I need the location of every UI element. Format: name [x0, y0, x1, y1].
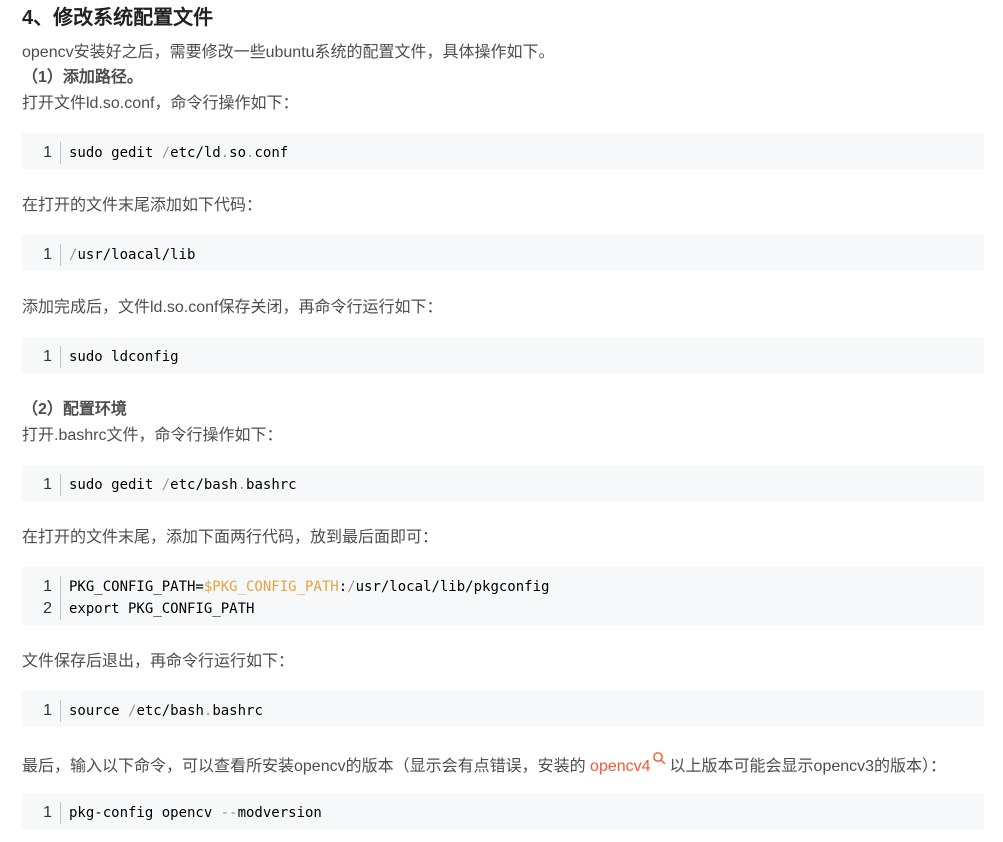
- line-number: 2: [43, 600, 52, 617]
- code-line: 1 source /etc/bash.bashrc: [22, 700, 984, 722]
- code-text: export PKG_CONFIG_PATH: [60, 598, 254, 620]
- code-line: 1 sudo gedit /etc/bash.bashrc: [22, 474, 984, 496]
- code-text: sudo gedit /etc/bash.bashrc: [60, 474, 297, 496]
- code-line: 2 export PKG_CONFIG_PATH: [22, 598, 984, 620]
- code-line: 1 pkg-config opencv --modversion: [22, 802, 984, 824]
- opencv4-link[interactable]: opencv4: [590, 758, 651, 775]
- code-block[interactable]: 1 sudo ldconfig: [22, 337, 984, 373]
- code-text: source /etc/bash.bashrc: [60, 700, 263, 722]
- line-number: 1: [43, 246, 52, 263]
- code-block[interactable]: 1 PKG_CONFIG_PATH=$PKG_CONFIG_PATH:/usr/…: [22, 567, 984, 625]
- step2-desc3: 文件保存后退出，再命令行运行如下：: [22, 653, 295, 670]
- code-text: pkg-config opencv --modversion: [60, 802, 322, 824]
- code-block[interactable]: 1 pkg-config opencv --modversion: [22, 793, 984, 829]
- code-block[interactable]: 1 sudo gedit /etc/bash.bashrc: [22, 465, 984, 501]
- section-heading: 4、修改系统配置文件: [22, 7, 214, 29]
- code-block[interactable]: 1 sudo gedit /etc/ld.so.conf: [22, 133, 984, 169]
- code-line: 1 sudo gedit /etc/ld.so.conf: [22, 142, 984, 164]
- code-text: PKG_CONFIG_PATH=$PKG_CONFIG_PATH:/usr/lo…: [60, 576, 549, 598]
- step1-title: （1）添加路径。: [22, 69, 143, 86]
- line-number: 1: [43, 144, 52, 161]
- search-icon[interactable]: [652, 751, 666, 765]
- line-number: 1: [43, 702, 52, 719]
- code-line: 1 sudo ldconfig: [22, 346, 984, 368]
- article-content: 4、修改系统配置文件 opencv安装好之后，需要修改一些ubuntu系统的配置…: [0, 0, 1003, 842]
- code-text: sudo gedit /etc/ld.so.conf: [60, 142, 288, 164]
- code-line: 1 PKG_CONFIG_PATH=$PKG_CONFIG_PATH:/usr/…: [22, 576, 984, 598]
- step1-desc2: 在打开的文件末尾添加如下代码：: [22, 197, 263, 214]
- step1-desc3: 添加完成后，文件ld.so.conf保存关闭，再命令行运行如下：: [22, 299, 443, 316]
- line-number: 1: [43, 348, 52, 365]
- step2-title: （2）配置环境: [22, 401, 127, 418]
- line-number: 1: [43, 804, 52, 821]
- step2-desc2: 在打开的文件末尾，添加下面两行代码，放到最后面即可：: [22, 529, 439, 546]
- intro-paragraph: opencv安装好之后，需要修改一些ubuntu系统的配置文件，具体操作如下。: [22, 44, 555, 61]
- code-line: 1 /usr/loacal/lib: [22, 244, 984, 266]
- line-number: 1: [43, 476, 52, 493]
- line-number: 1: [43, 578, 52, 595]
- step2-desc: 打开.bashrc文件，命令行操作如下：: [22, 427, 283, 444]
- code-block[interactable]: 1 source /etc/bash.bashrc: [22, 691, 984, 727]
- final-paragraph: 最后，输入以下命令，可以查看所安装opencv的版本（显示会有点错误，安装的 o…: [22, 751, 946, 780]
- step1-desc: 打开文件ld.so.conf，命令行操作如下：: [22, 95, 299, 112]
- code-text: sudo ldconfig: [60, 346, 179, 368]
- code-block[interactable]: 1 /usr/loacal/lib: [22, 235, 984, 271]
- code-text: /usr/loacal/lib: [60, 244, 195, 266]
